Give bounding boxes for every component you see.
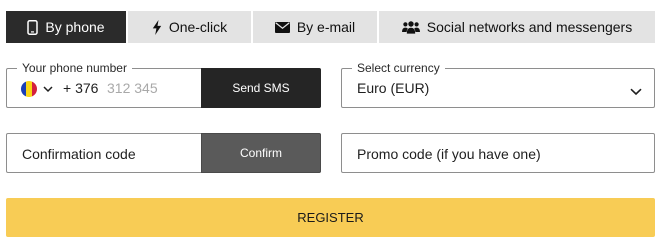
country-selector[interactable]: [21, 80, 53, 98]
phone-number-legend: Your phone number: [17, 61, 132, 75]
confirmation-code-field: Confirm: [6, 133, 321, 173]
tab-label: By phone: [45, 19, 105, 35]
envelope-icon: [274, 21, 290, 33]
promo-code-field: [341, 133, 655, 173]
tab-social-networks[interactable]: Social networks and messengers: [379, 11, 655, 43]
tab-by-email[interactable]: By e-mail: [253, 11, 379, 43]
currency-select[interactable]: Select currency Euro (EUR): [341, 61, 655, 108]
currency-legend: Select currency: [352, 61, 445, 75]
tab-by-phone[interactable]: By phone: [6, 11, 128, 43]
confirmation-code-input[interactable]: [22, 143, 197, 165]
tab-label: One-click: [168, 19, 228, 35]
chevron-down-icon: [630, 83, 642, 101]
tab-label: By e-mail: [296, 19, 356, 35]
phone-number-input[interactable]: [107, 78, 197, 98]
country-code: + 376: [63, 80, 99, 96]
tab-one-click[interactable]: One-click: [128, 11, 253, 43]
registration-form: By phone One-click By e-mail Social netw…: [0, 0, 661, 243]
send-sms-button[interactable]: Send SMS: [201, 68, 321, 108]
tab-label: Social networks and messengers: [426, 19, 633, 35]
lightning-icon: [152, 19, 162, 35]
promo-code-input[interactable]: [357, 143, 642, 165]
currency-value: Euro (EUR): [357, 80, 430, 96]
registration-method-tabs: By phone One-click By e-mail Social netw…: [6, 11, 655, 43]
users-icon: [401, 20, 420, 34]
register-button[interactable]: REGISTER: [6, 198, 655, 237]
phone-number-field: Your phone number + 376 Send SMS: [6, 61, 321, 108]
phone-icon: [27, 19, 39, 35]
chevron-down-icon: [43, 80, 53, 98]
andorra-flag-icon: [21, 81, 37, 97]
confirm-button[interactable]: Confirm: [201, 133, 321, 173]
